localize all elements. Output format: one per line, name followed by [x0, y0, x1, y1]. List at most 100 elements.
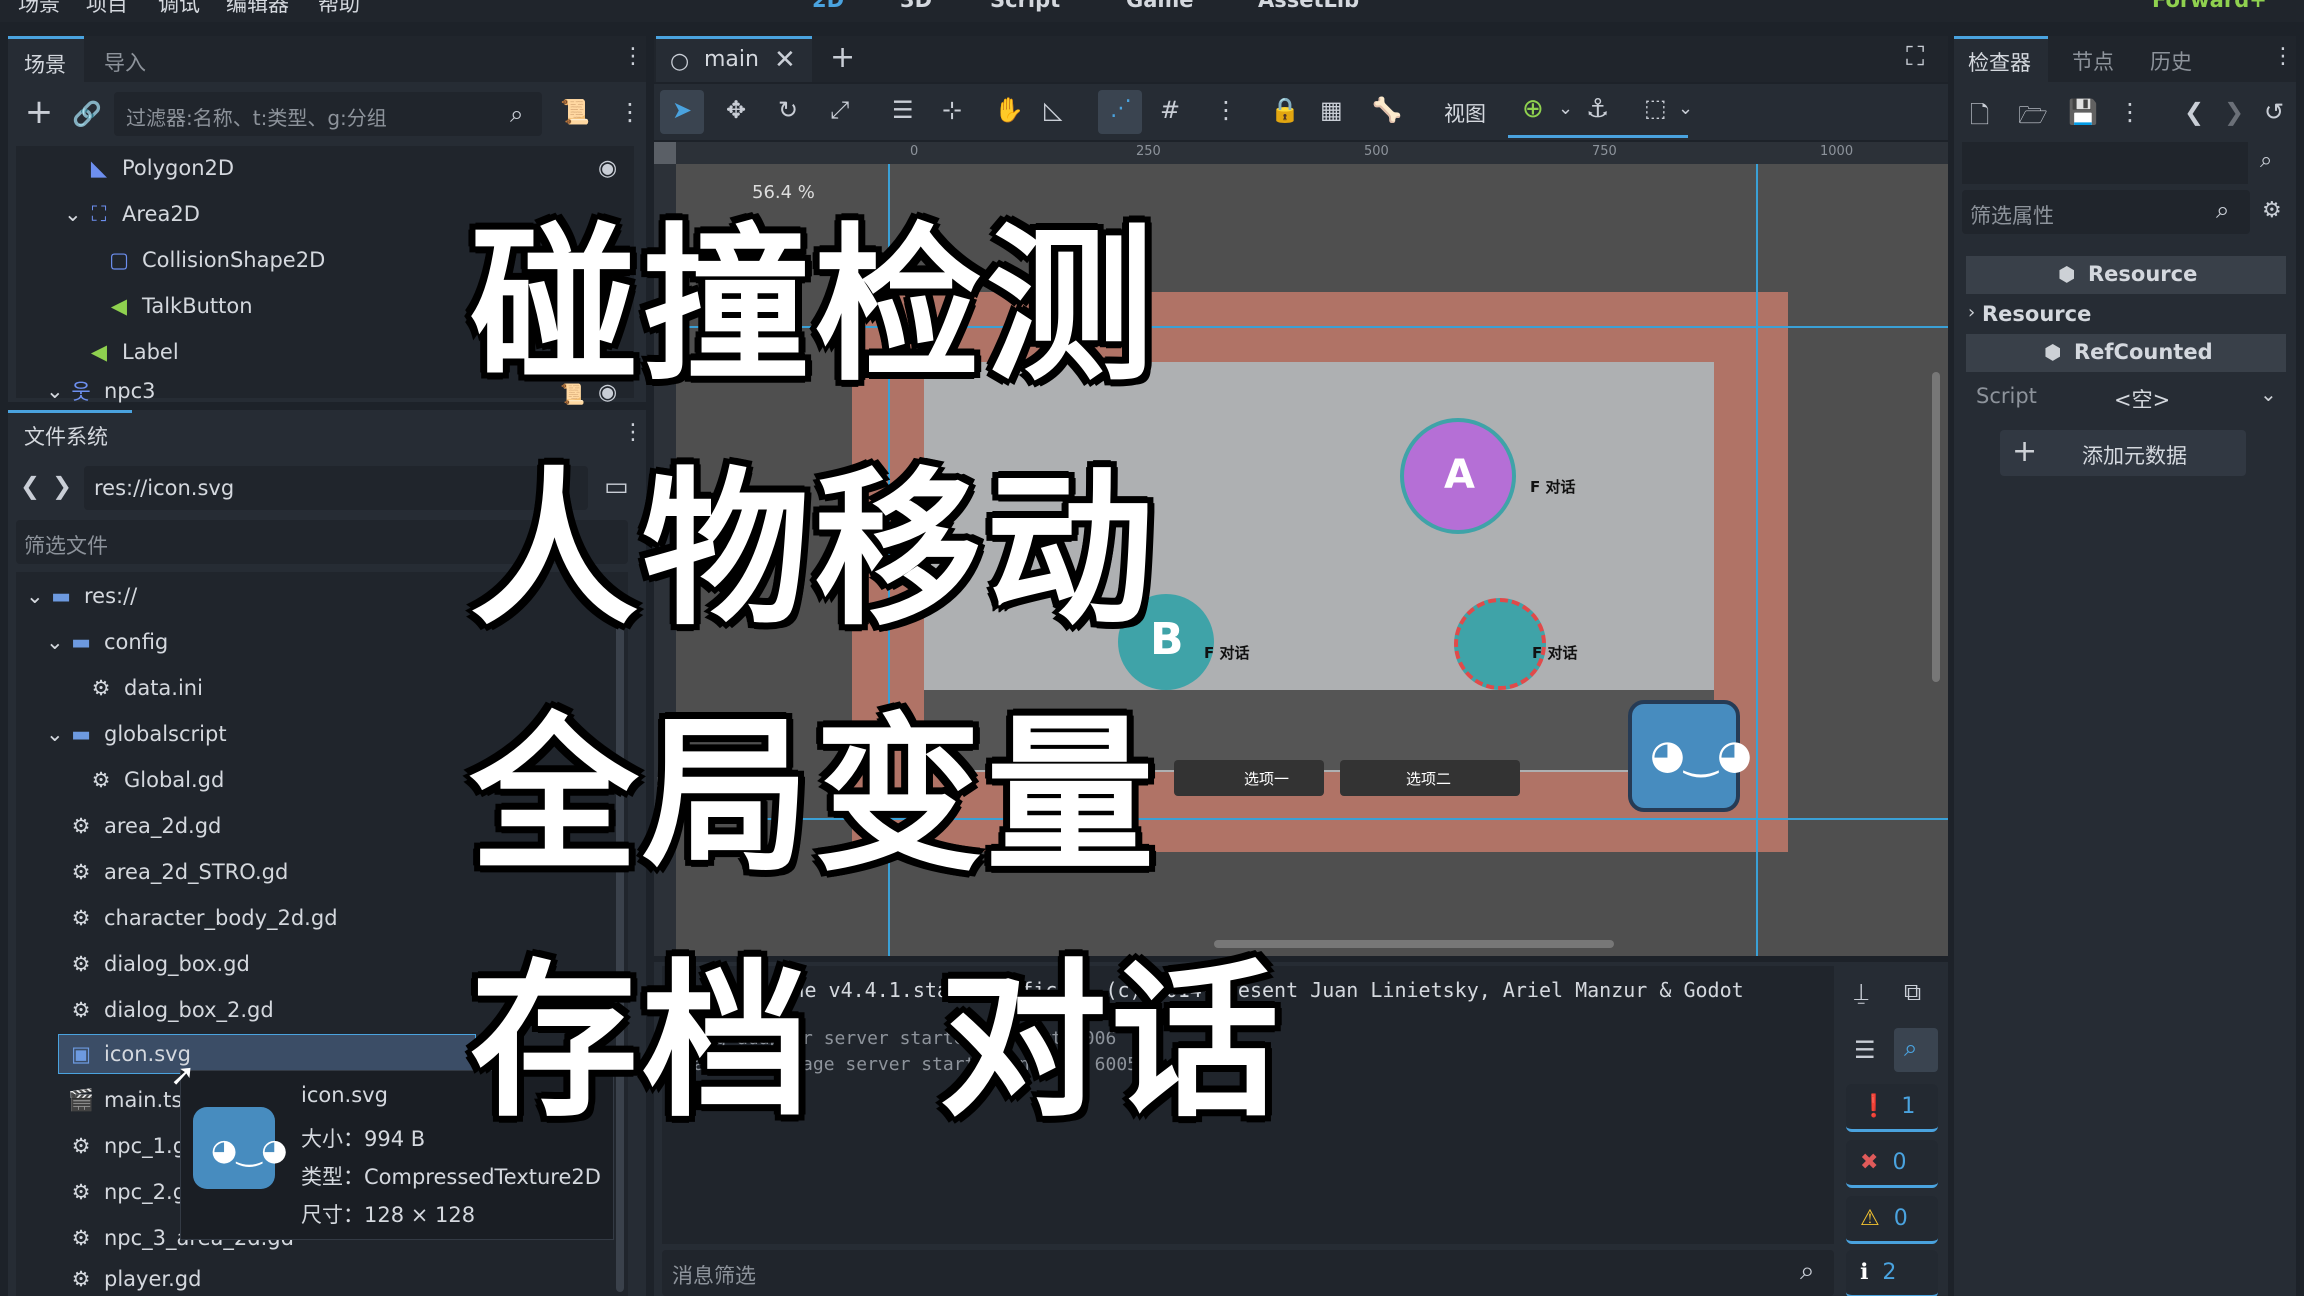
ruler-icon[interactable]: ◺ [1044, 96, 1062, 124]
add-node-icon[interactable]: + [24, 92, 54, 132]
smart-snap-icon[interactable]: ⋰ [1110, 96, 1132, 121]
menu-debug[interactable]: 调试 [158, 0, 200, 18]
list-select-icon[interactable]: ☰ [892, 96, 914, 124]
file-item-global-gd[interactable]: ⚙ Global.gd [88, 758, 225, 802]
new-resource-icon[interactable]: 🗋 [1970, 98, 1989, 139]
object-search-icon[interactable]: ⌕ [2260, 148, 2272, 173]
property-filter-input[interactable]: 筛选属性 ⌕ [1962, 190, 2250, 234]
pan-icon[interactable]: ✋ [994, 96, 1024, 124]
info-count-badge[interactable]: ℹ2 [1846, 1250, 1938, 1296]
file-item-area-2d[interactable]: ⚙ area_2d.gd [68, 804, 222, 848]
tab-scene[interactable]: 场景 [8, 36, 84, 82]
more-icon[interactable]: ⋮ [618, 98, 642, 126]
move-icon[interactable]: ✥ [726, 96, 746, 124]
group-icon[interactable]: ▦ [1320, 96, 1343, 124]
filter-settings-icon[interactable]: ⚙ [2262, 198, 2282, 223]
file-item-area-2d-stro[interactable]: ⚙ area_2d_STRO.gd [68, 850, 289, 894]
workspace-script[interactable]: Script [990, 0, 1060, 12]
workspace-game[interactable]: Game [1126, 0, 1194, 12]
lock-icon[interactable]: 🔒 [1270, 96, 1300, 124]
more-icon[interactable]: ⋮ [622, 44, 644, 69]
error-count-badge[interactable]: ✖ 0 [1846, 1140, 1938, 1188]
tree-node-npc3[interactable]: ⌄ 웃 npc3 [46, 376, 156, 406]
chevron-down-icon[interactable]: ⌄ [2260, 382, 2277, 406]
anchor-icon[interactable]: ⚓ [1586, 94, 1609, 124]
save-icon[interactable]: 💾 [2068, 98, 2098, 126]
grid-snap-icon[interactable]: # [1160, 96, 1180, 124]
menu-project[interactable]: 项目 [86, 0, 128, 18]
more-icon[interactable]: ⋮ [2118, 98, 2142, 126]
select-icon[interactable]: ➤ [672, 96, 692, 124]
scrollbar-v[interactable] [1932, 372, 1940, 682]
script-value-picker[interactable]: <空> ⌄ [2082, 376, 2288, 418]
chevron-down-icon[interactable]: ⌄ [46, 379, 64, 403]
scale-icon[interactable]: ⤢ [830, 96, 849, 124]
add-tab-icon[interactable]: + [830, 40, 855, 75]
tree-node-polygon2d[interactable]: ◣ Polygon2D [86, 146, 234, 190]
collapse-icon[interactable]: ☰ [1854, 1036, 1876, 1064]
file-item-npc-1[interactable]: ⚙ npc_1.g [68, 1124, 186, 1168]
file-item-player[interactable]: ⚙ player.gd [68, 1262, 202, 1296]
history-icon[interactable]: ↺ [2264, 98, 2284, 126]
tree-node-area2d[interactable]: ⌄ ⛶ Area2D [64, 192, 200, 236]
option-one-button[interactable]: 选项一 [1174, 760, 1324, 796]
attach-script-icon[interactable]: 📜 [560, 98, 590, 126]
tab-import[interactable]: 导入 [104, 47, 146, 77]
back-icon[interactable]: ❮ [2184, 98, 2204, 126]
copy-icon[interactable]: ⧉ [1904, 978, 1921, 1006]
rotate-icon[interactable]: ↻ [778, 96, 798, 124]
option-two-button[interactable]: 选项二 [1340, 760, 1520, 796]
file-item-res[interactable]: ⌄ ▬ res:// [26, 574, 137, 618]
search-icon[interactable]: ⌕ [1904, 1034, 1917, 1062]
menu-scene[interactable]: 场景 [18, 0, 60, 18]
file-item-npc-2[interactable]: ⚙ npc_2.g [68, 1170, 186, 1214]
resource-subsection[interactable]: › Resource [1966, 296, 2286, 334]
scene-filter-input[interactable]: 过滤器:名称、t:类型、g:分组 ⌕ [114, 92, 542, 136]
forward-icon[interactable]: ❯ [2224, 98, 2244, 126]
tree-node-talkbutton[interactable]: ◀ TalkButton [106, 284, 253, 328]
tab-node[interactable]: 节点 [2072, 46, 2114, 76]
link-icon[interactable]: 🔗 [72, 100, 102, 128]
tab-history[interactable]: 历史 [2150, 46, 2192, 76]
chevron-down-icon[interactable]: ⌄ [1558, 98, 1573, 119]
chevron-down-icon[interactable]: ⌄ [46, 722, 64, 746]
bone-icon[interactable]: 🦴 [1372, 96, 1402, 124]
menu-help[interactable]: 帮助 [318, 0, 360, 18]
chevron-down-icon[interactable]: ⌄ [64, 202, 82, 226]
file-item-config[interactable]: ⌄ ▬ config [46, 620, 168, 664]
add-anchor-icon[interactable]: ⊕ [1522, 94, 1544, 124]
filesystem-tab[interactable]: 文件系统 [8, 410, 132, 456]
tree-node-label[interactable]: ◀ Label [86, 330, 179, 374]
more-icon[interactable]: ⋮ [2272, 44, 2294, 69]
chevron-down-icon[interactable]: ⌄ [46, 630, 64, 654]
tree-node-collisionshape2d[interactable]: ▢ CollisionShape2D [106, 238, 325, 282]
workspace-3d[interactable]: 3D [900, 0, 932, 12]
menu-editor[interactable]: 编辑器 [226, 0, 289, 18]
file-item-dialog-box[interactable]: ⚙ dialog_box.gd [68, 942, 250, 986]
chevron-down-icon[interactable]: ⌄ [1678, 98, 1693, 119]
clear-output-icon[interactable]: ⍊ [1854, 978, 1868, 1006]
open-folder-icon[interactable]: 🗁 [2018, 98, 2048, 139]
message-filter-input[interactable]: 消息筛选 ⌕ [662, 1250, 1834, 1296]
close-icon[interactable]: ✕ [774, 45, 796, 75]
add-metadata-button[interactable]: + 添加元数据 [2000, 430, 2246, 476]
file-item-globalscript[interactable]: ⌄ ▬ globalscript [46, 712, 227, 756]
workspace-2d[interactable]: 2D [812, 0, 844, 12]
renderer-selector[interactable]: Forward+ [2152, 0, 2267, 12]
view-menu[interactable]: 视图 [1444, 98, 1486, 128]
tab-inspector[interactable]: 检查器 [1954, 36, 2048, 82]
back-icon[interactable]: ❮ [20, 472, 40, 500]
fullscreen-icon[interactable]: ⛶ [1906, 42, 1924, 73]
object-path-field[interactable] [1962, 142, 2248, 184]
file-item-character-body[interactable]: ⚙ character_body_2d.gd [68, 896, 338, 940]
pivot-icon[interactable]: ⊹ [942, 96, 962, 124]
forward-icon[interactable]: ❯ [52, 472, 72, 500]
warning-count-badge[interactable]: ⚠ 0 [1846, 1196, 1938, 1244]
selection-rect-icon[interactable]: ⬚ [1644, 94, 1667, 122]
file-item-dialog-box-2[interactable]: ⚙ dialog_box_2.gd [68, 988, 274, 1032]
tab-main[interactable]: ○ main ✕ [656, 36, 812, 82]
chevron-down-icon[interactable]: ⌄ [26, 584, 44, 608]
file-item-data-ini[interactable]: ⚙ data.ini [88, 666, 203, 710]
more-icon[interactable]: ⋮ [1214, 96, 1238, 124]
log-count-badge[interactable]: ❗ 1 [1846, 1084, 1938, 1132]
